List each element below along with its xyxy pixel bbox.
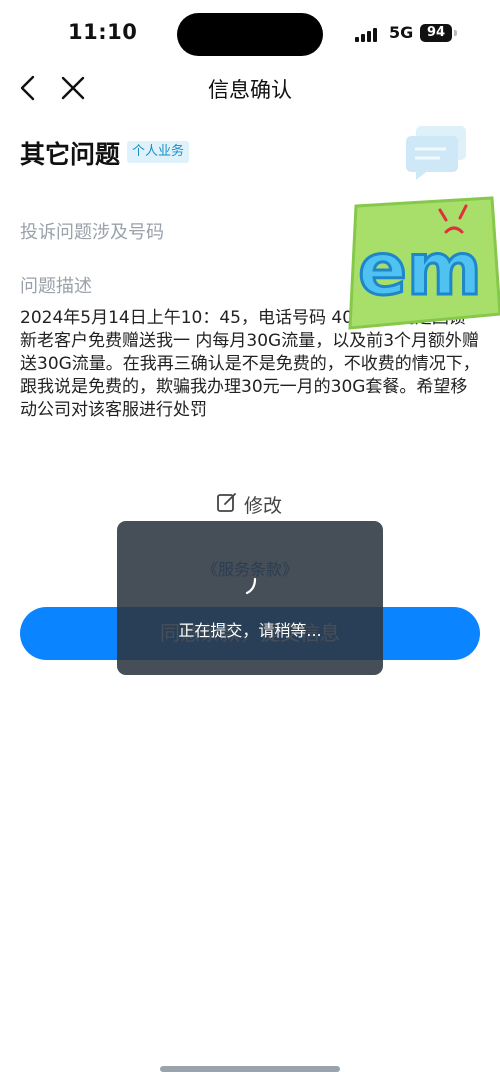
status-bar: 11:10 5G 94 xyxy=(0,0,500,66)
chat-bubbles-icon xyxy=(402,122,472,182)
navigation-bar: 信息确认 xyxy=(0,66,500,110)
page-title: 信息确认 xyxy=(208,78,292,102)
network-type: 5G xyxy=(389,23,414,42)
edit-button[interactable]: 修改 xyxy=(216,490,282,518)
edit-label: 修改 xyxy=(244,494,283,517)
battery-icon: 94 xyxy=(420,24,452,42)
em-sticker: em xyxy=(342,196,500,330)
status-time: 11:10 xyxy=(68,20,138,44)
toast-message: 正在提交，请稍等... xyxy=(178,621,322,640)
phone-number-label: 投诉问题涉及号码 xyxy=(20,222,164,243)
battery-nub xyxy=(454,30,457,36)
sticker-text: em xyxy=(358,227,482,311)
description-label: 问题描述 xyxy=(20,276,92,297)
dynamic-island xyxy=(177,13,323,56)
business-badge: 个人业务 xyxy=(127,141,190,163)
signal-icon xyxy=(355,26,379,42)
spinner-icon xyxy=(117,575,383,599)
home-indicator xyxy=(160,1066,340,1072)
issue-title: 其它问题 xyxy=(20,140,121,169)
edit-icon xyxy=(216,491,238,517)
